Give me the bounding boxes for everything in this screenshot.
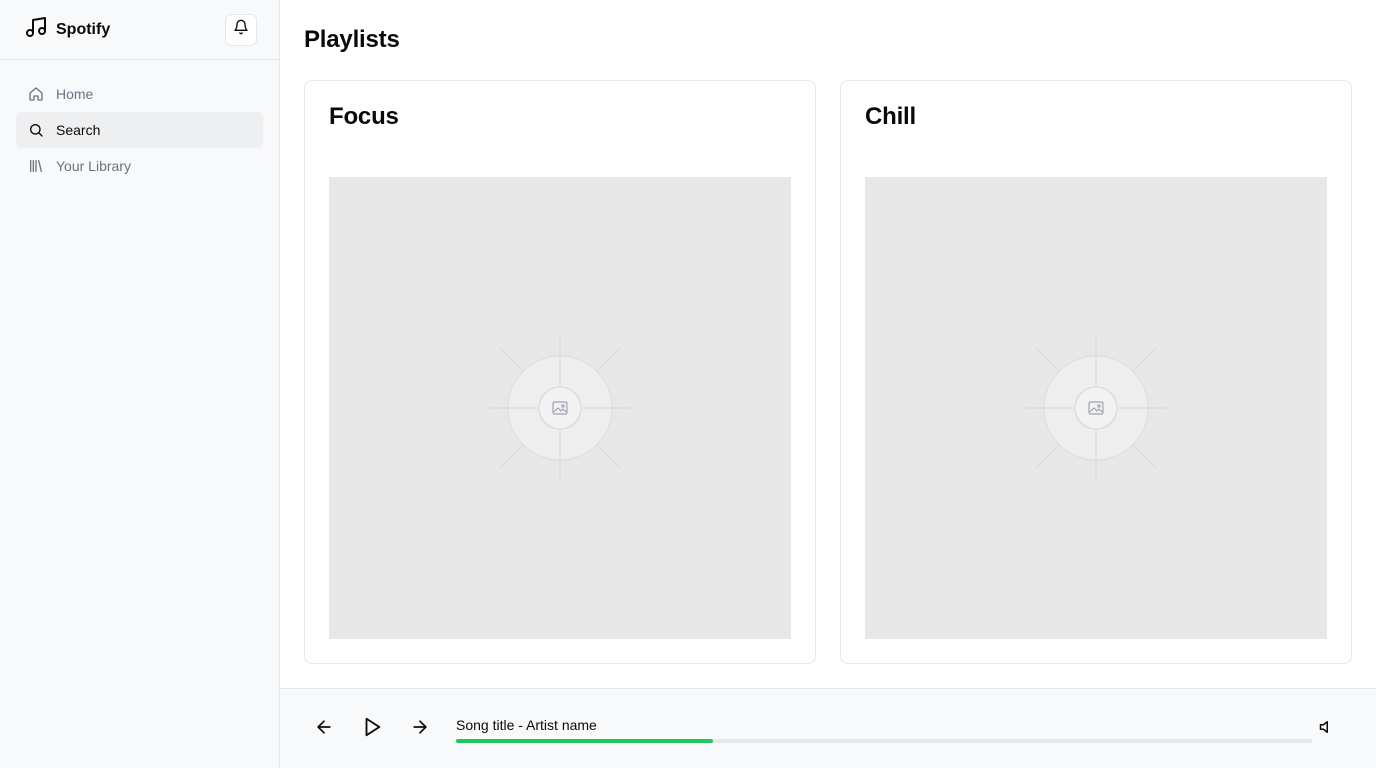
progress-fill <box>456 739 713 743</box>
sidebar-item-label: Your Library <box>56 158 131 174</box>
search-icon <box>28 122 44 138</box>
playlist-title: Chill <box>865 103 916 130</box>
play-button[interactable] <box>360 717 384 741</box>
playlist-cover[interactable] <box>329 177 791 639</box>
previous-button[interactable] <box>312 717 336 741</box>
sidebar-item-library[interactable]: Your Library <box>16 148 263 184</box>
sidebar-item-home[interactable]: Home <box>16 76 263 112</box>
bell-icon <box>233 19 249 40</box>
next-button[interactable] <box>408 717 432 741</box>
playlist-card-focus[interactable]: Focus <box>304 80 816 664</box>
brand[interactable]: Spotify <box>24 15 110 44</box>
playlist-card-chill[interactable]: Chill <box>840 80 1352 664</box>
next-icon <box>410 717 430 742</box>
app-window: Spotify Home Search Your Library Playlis… <box>0 0 1376 768</box>
sidebar-item-label: Search <box>56 122 101 138</box>
brand-bar: Spotify <box>0 0 279 60</box>
sidebar: Spotify Home Search Your Library <box>0 0 280 768</box>
volume-button[interactable] <box>1316 717 1340 741</box>
notifications-button[interactable] <box>225 13 257 46</box>
home-icon <box>28 86 44 102</box>
playlist-title: Focus <box>329 103 399 130</box>
play-icon <box>361 716 383 743</box>
sidebar-item-search[interactable]: Search <box>16 112 263 148</box>
library-icon <box>28 158 44 174</box>
page-title: Playlists <box>304 26 400 53</box>
sidebar-item-label: Home <box>56 86 94 102</box>
brand-name: Spotify <box>56 20 111 38</box>
playlist-cover[interactable] <box>865 177 1327 639</box>
now-playing-text: Song title - Artist name <box>456 717 597 733</box>
sidebar-nav: Home Search Your Library <box>0 60 279 200</box>
progress-bar[interactable] <box>456 739 1312 743</box>
volume-icon <box>1319 718 1337 741</box>
player-bar: Song title - Artist name <box>280 688 1376 768</box>
main-content: Playlists Focus Chill <box>280 0 1376 688</box>
music-note-icon <box>24 15 48 44</box>
previous-icon <box>314 717 334 742</box>
